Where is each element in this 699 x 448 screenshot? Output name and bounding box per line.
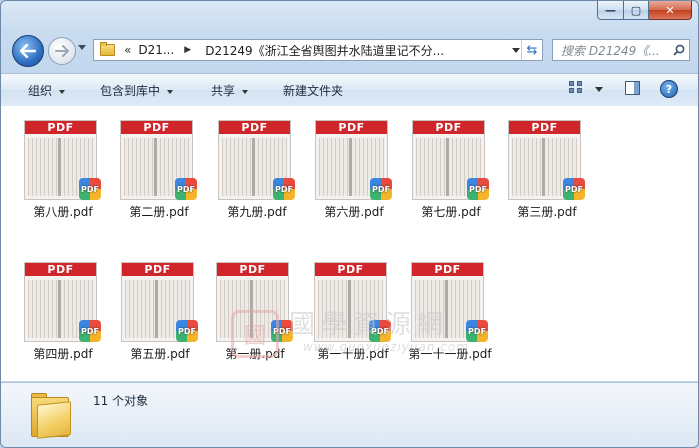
pdf-app-icon: PDF [563, 178, 585, 200]
pdf-badge-label: PDF [177, 184, 195, 194]
chevron-down-icon [242, 89, 249, 94]
arrow-right-icon [55, 45, 69, 57]
minimize-button[interactable]: — [597, 1, 624, 20]
pdf-band: PDF [122, 263, 193, 276]
folder-icon [31, 391, 71, 439]
file-item[interactable]: PDF PDF 第七册.pdf [408, 115, 504, 225]
details-pane: 11 个对象 [1, 382, 698, 447]
address-history-chevron-down-icon[interactable] [512, 48, 520, 53]
pdf-app-icon: PDF [175, 178, 197, 200]
explorer-window: — ▢ ✕ « D21... ▶ D21249《浙江全省舆图并水陆道里记不分..… [0, 0, 699, 448]
breadcrumb-separator-icon[interactable]: ▶ [184, 45, 191, 55]
pdf-band: PDF [25, 121, 96, 134]
file-item[interactable]: PDF PDF 第二册.pdf [116, 115, 212, 225]
file-name[interactable]: 第五册.pdf [107, 345, 213, 362]
include-library-label: 包含到库中 [100, 84, 161, 98]
pdf-band: PDF [121, 121, 192, 134]
search-placeholder: 搜索 D21249《... [561, 43, 660, 58]
pdf-app-icon: PDF [79, 320, 101, 342]
breadcrumb-current[interactable]: D21249《浙江全省舆图并水陆道里记不分... [205, 42, 444, 59]
file-item[interactable]: PDF PDF 第五册.pdf [117, 257, 213, 367]
address-bar[interactable]: « D21... ▶ D21249《浙江全省舆图并水陆道里记不分... ⇆ [93, 39, 543, 61]
file-name[interactable]: 第四册.pdf [10, 345, 116, 362]
organize-label: 组织 [28, 84, 53, 98]
caption-buttons: — ▢ ✕ [597, 1, 692, 20]
file-item[interactable]: PDF PDF 第四册.pdf [20, 257, 116, 367]
chevron-down-icon [167, 89, 174, 94]
pdf-badge-label: PDF [565, 184, 583, 194]
pdf-band: PDF [412, 263, 483, 276]
search-input[interactable]: 搜索 D21249《... [552, 39, 690, 61]
file-name[interactable]: 第八册.pdf [10, 203, 116, 220]
command-bar: 组织 包含到库中 共享 新建文件夹 [1, 73, 698, 107]
watermark: 國 國學資源網 www.guoxueziyuan.com [231, 300, 501, 358]
file-item[interactable]: PDF PDF 第六册.pdf [311, 115, 407, 225]
file-item[interactable]: PDF PDF 第九册.pdf [214, 115, 310, 225]
pdf-app-icon: PDF [370, 178, 392, 200]
organize-menu[interactable]: 组织 [28, 82, 66, 99]
pdf-app-icon: PDF [176, 320, 198, 342]
file-name[interactable]: 第三册.pdf [494, 203, 600, 220]
refresh-icon: ⇆ [526, 42, 538, 58]
watermark-url: www.guoxueziyuan.com [303, 340, 469, 354]
pdf-band: PDF [316, 121, 387, 134]
breadcrumb-overflow[interactable]: « [124, 43, 131, 57]
pdf-badge-label: PDF [372, 184, 390, 194]
chevron-down-icon [59, 89, 66, 94]
file-list: PDF PDF 第八册.pdf PDF PDF 第二册.pdf PDF PDF … [1, 106, 698, 381]
change-view-icon[interactable] [569, 81, 583, 94]
pdf-badge-label: PDF [81, 326, 99, 336]
back-button[interactable] [12, 35, 44, 67]
share-label: 共享 [211, 84, 236, 98]
pdf-badge-label: PDF [469, 184, 487, 194]
breadcrumb-item[interactable]: D21... [138, 43, 174, 57]
share-menu[interactable]: 共享 [211, 82, 249, 99]
pdf-band: PDF [509, 121, 580, 134]
pdf-band: PDF [219, 121, 290, 134]
pdf-app-icon: PDF [467, 178, 489, 200]
close-button[interactable]: ✕ [649, 1, 692, 20]
file-item[interactable]: PDF PDF 第三册.pdf [504, 115, 600, 225]
pdf-band: PDF [315, 263, 386, 276]
file-name[interactable]: 第九册.pdf [204, 203, 310, 220]
file-name[interactable]: 第二册.pdf [106, 203, 212, 220]
maximize-button[interactable]: ▢ [624, 1, 649, 20]
pdf-app-icon: PDF [273, 178, 295, 200]
pdf-badge-label: PDF [275, 184, 293, 194]
watermark-seal-icon: 國 [231, 310, 279, 358]
search-icon [673, 44, 685, 56]
file-name[interactable]: 第七册.pdf [398, 203, 504, 220]
pdf-band: PDF [217, 263, 288, 276]
arrow-left-icon [20, 44, 36, 58]
folder-icon [100, 42, 115, 56]
watermark-text: 國學資源網 [289, 310, 450, 340]
pdf-band: PDF [25, 263, 96, 276]
help-icon[interactable]: ? [660, 80, 678, 98]
pdf-app-icon: PDF [79, 178, 101, 200]
forward-button[interactable] [48, 37, 76, 65]
include-in-library-menu[interactable]: 包含到库中 [100, 82, 174, 99]
item-count: 11 个对象 [93, 394, 149, 408]
view-options-chevron-down-icon[interactable] [595, 87, 603, 92]
pdf-badge-label: PDF [178, 326, 196, 336]
recent-pages-chevron-down-icon[interactable] [78, 45, 86, 50]
pdf-badge-label: PDF [81, 184, 99, 194]
preview-pane-icon[interactable] [625, 81, 640, 95]
new-folder-button[interactable]: 新建文件夹 [283, 82, 343, 99]
file-name[interactable]: 第六册.pdf [301, 203, 407, 220]
pdf-band: PDF [413, 121, 484, 134]
refresh-button[interactable]: ⇆ [521, 40, 542, 60]
file-item[interactable]: PDF PDF 第八册.pdf [20, 115, 116, 225]
